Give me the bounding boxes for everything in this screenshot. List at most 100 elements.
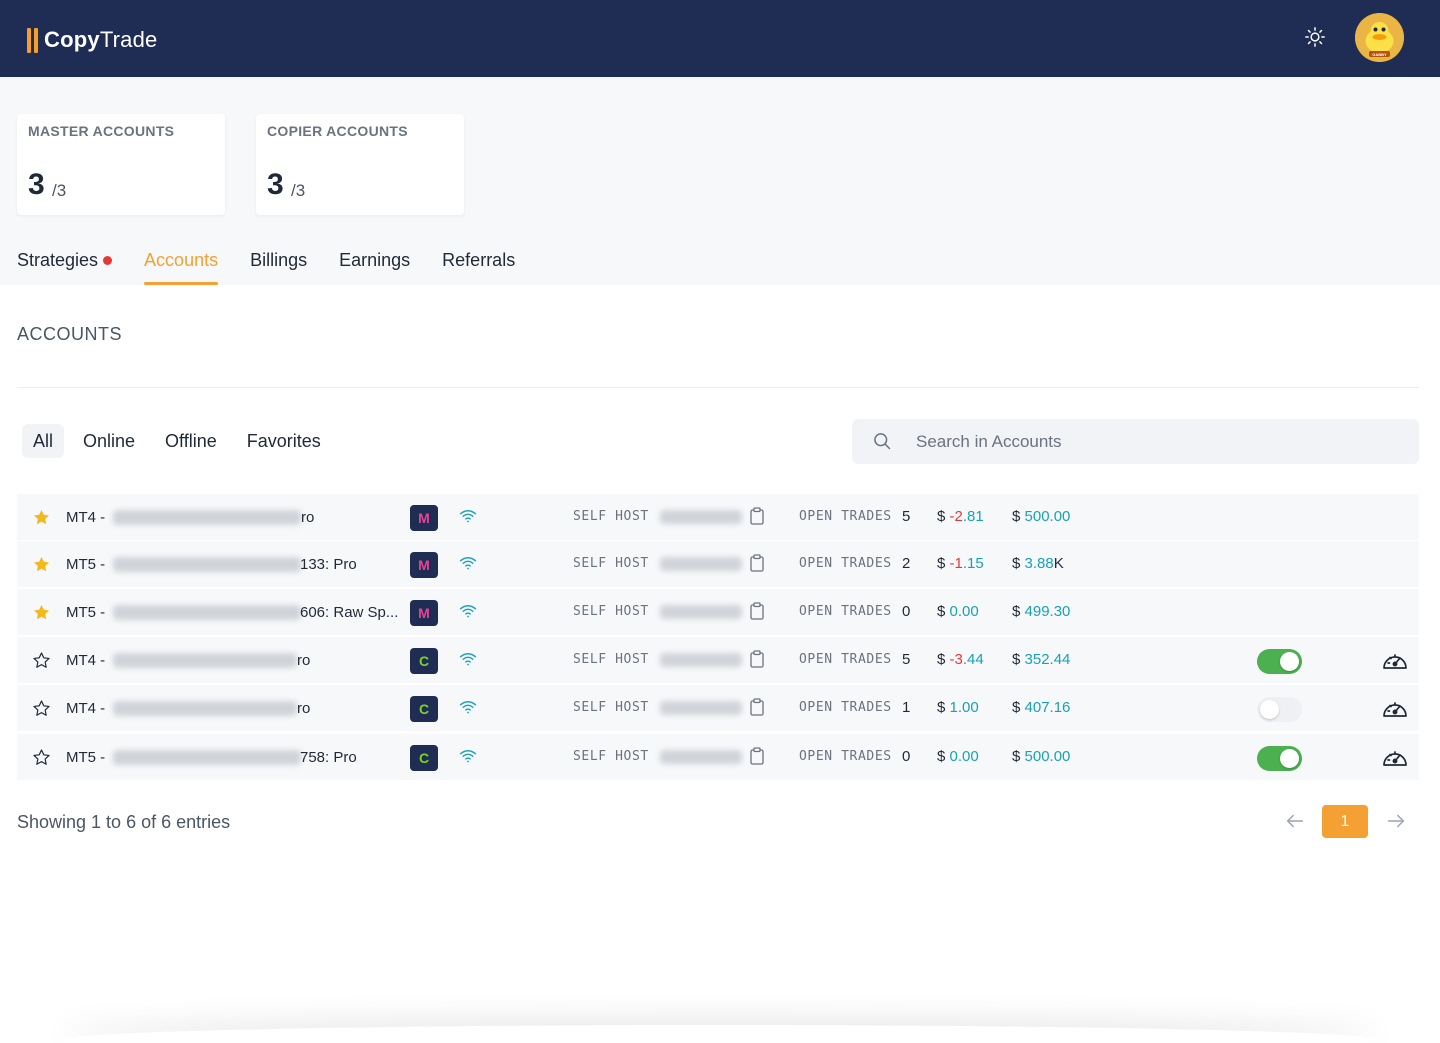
filter-all[interactable]: All (22, 424, 65, 458)
host-address-redacted (660, 605, 742, 619)
filter-online[interactable]: Online (72, 424, 146, 458)
balance-minor: .00 (1049, 508, 1071, 525)
open-trades-count: 5 (902, 651, 911, 668)
host-label: SELF HOST (573, 556, 649, 571)
page-bottom-shadow (60, 1025, 1380, 1043)
account-name-suffix: 133: Pro (300, 556, 357, 573)
table-row[interactable]: MT4 - ro C SELF HOST OPEN TRADES 5 $ -3.44 $ 35… (17, 637, 1419, 684)
table-row[interactable]: MT4 - ro M SELF HOST OPEN TRADES 5 $ -2.81 $ 50… (17, 494, 1419, 541)
favorite-star-outline-icon[interactable] (32, 651, 51, 670)
balance-major: 352 (1024, 651, 1050, 668)
account-name-redacted (113, 510, 301, 525)
account-name-redacted (113, 557, 301, 572)
search-icon (874, 433, 891, 450)
copy-clipboard-icon[interactable] (749, 507, 765, 525)
profit-loss: $ -1.15 (937, 555, 984, 572)
search-input[interactable] (916, 419, 1396, 464)
copy-clipboard-icon[interactable] (749, 747, 765, 765)
dashboard-gauge-icon[interactable] (1381, 697, 1409, 719)
logo-mark-icon (27, 27, 38, 53)
balance-major: 499 (1024, 603, 1050, 620)
account-platform: MT4 - (66, 700, 106, 717)
account-platform: MT5 - (66, 556, 106, 573)
host-address-redacted (660, 510, 742, 524)
open-trades-label: OPEN TRADES (799, 652, 892, 667)
favorite-star-filled-icon[interactable] (32, 603, 51, 622)
host-label: SELF HOST (573, 509, 649, 524)
master-accounts-limit: /3 (52, 181, 67, 200)
tab-strategies[interactable]: Strategies (17, 249, 113, 285)
account-name-redacted (113, 653, 297, 668)
table-row[interactable]: MT5 -758: Pro C SELF HOST OPEN TRADES 0 $ 0.0… (17, 734, 1419, 781)
host-label: SELF HOST (573, 749, 649, 764)
copy-clipboard-icon[interactable] (749, 554, 765, 572)
theme-toggle-sun-icon[interactable] (1304, 26, 1326, 48)
account-role-badge: C (410, 745, 438, 771)
open-trades-label: OPEN TRADES (799, 509, 892, 524)
previous-page-arrow-icon[interactable] (1284, 810, 1306, 832)
account-name-redacted (113, 750, 301, 765)
account-platform: MT5 - (66, 604, 106, 621)
user-avatar[interactable]: GABBY (1355, 13, 1404, 62)
main-tabs: Strategies Accounts Billings Earnings Re… (17, 249, 547, 285)
tab-accounts[interactable]: Accounts (144, 249, 219, 285)
tab-billings[interactable]: Billings (250, 249, 307, 285)
copy-clipboard-icon[interactable] (749, 602, 765, 620)
profit-loss-currency: $ (937, 651, 946, 668)
account-role-badge: C (410, 648, 438, 674)
table-row[interactable]: MT4 - ro C SELF HOST OPEN TRADES 1 $ 1.00 $ 407… (17, 685, 1419, 732)
page-button-current[interactable]: 1 (1322, 805, 1368, 838)
copy-toggle-switch[interactable] (1257, 649, 1302, 674)
connection-wifi-icon (459, 557, 477, 570)
balance-currency: $ (1012, 748, 1021, 765)
table-row[interactable]: MT5 - 133: Pro M SELF HOST OPEN TRADES 2 $ -1.… (17, 541, 1419, 588)
profit-loss: $ 0.00 (937, 603, 979, 620)
favorite-star-filled-icon[interactable] (32, 555, 51, 574)
tab-earnings[interactable]: Earnings (339, 249, 410, 285)
profit-loss-currency: $ (937, 603, 946, 620)
balance-currency: $ (1012, 699, 1021, 716)
next-page-arrow-icon[interactable] (1385, 810, 1407, 832)
dashboard-gauge-icon[interactable] (1381, 746, 1409, 768)
account-balance: $ 499.30 (1012, 603, 1070, 620)
account-balance: $ 352.44 (1012, 651, 1070, 668)
profit-loss-major: 2 (954, 508, 963, 525)
balance-major: 407 (1024, 699, 1050, 716)
balance-minor: .88 (1032, 555, 1054, 572)
app-logo[interactable]: CopyTrade (27, 27, 157, 53)
toggle-knob (1280, 652, 1299, 671)
profit-loss-minor: .00 (957, 603, 979, 620)
dashboard-gauge-icon[interactable] (1381, 649, 1409, 671)
favorite-star-filled-icon[interactable] (32, 508, 51, 527)
search-box (852, 419, 1419, 464)
open-trades-label: OPEN TRADES (799, 700, 892, 715)
account-name-redacted (113, 701, 297, 716)
balance-major: 500 (1024, 748, 1050, 765)
favorite-star-outline-icon[interactable] (32, 699, 51, 718)
balance-major: 500 (1024, 508, 1050, 525)
profit-loss-minor: .81 (962, 508, 984, 525)
master-accounts-card: MASTER ACCOUNTS 3 /3 (17, 114, 225, 215)
copy-toggle-switch[interactable] (1257, 746, 1302, 771)
open-trades-label: OPEN TRADES (799, 749, 892, 764)
filter-favorites[interactable]: Favorites (236, 424, 332, 458)
account-name-suffix: ro (297, 700, 311, 717)
filter-offline[interactable]: Offline (154, 424, 228, 458)
connection-wifi-icon (459, 653, 477, 666)
balance-minor: .00 (1049, 748, 1071, 765)
profit-loss-major: 3 (954, 651, 963, 668)
master-accounts-value: 3 (28, 168, 45, 201)
entries-info: Showing 1 to 6 of 6 entries (17, 812, 231, 832)
copy-clipboard-icon[interactable] (749, 650, 765, 668)
table-row[interactable]: MT5 - 606: Raw Sp... M SELF HOST OPEN TRADES… (17, 589, 1419, 636)
connection-wifi-icon (459, 605, 477, 618)
profit-loss: $ 1.00 (937, 699, 979, 716)
copy-clipboard-icon[interactable] (749, 698, 765, 716)
profit-loss: $ -3.44 (937, 651, 984, 668)
balance-minor: .30 (1049, 603, 1071, 620)
profit-loss-minor: .00 (957, 748, 979, 765)
tab-referrals[interactable]: Referrals (442, 249, 515, 285)
open-trades-label: OPEN TRADES (799, 556, 892, 571)
copy-toggle-switch[interactable] (1257, 697, 1302, 722)
favorite-star-outline-icon[interactable] (32, 748, 51, 767)
